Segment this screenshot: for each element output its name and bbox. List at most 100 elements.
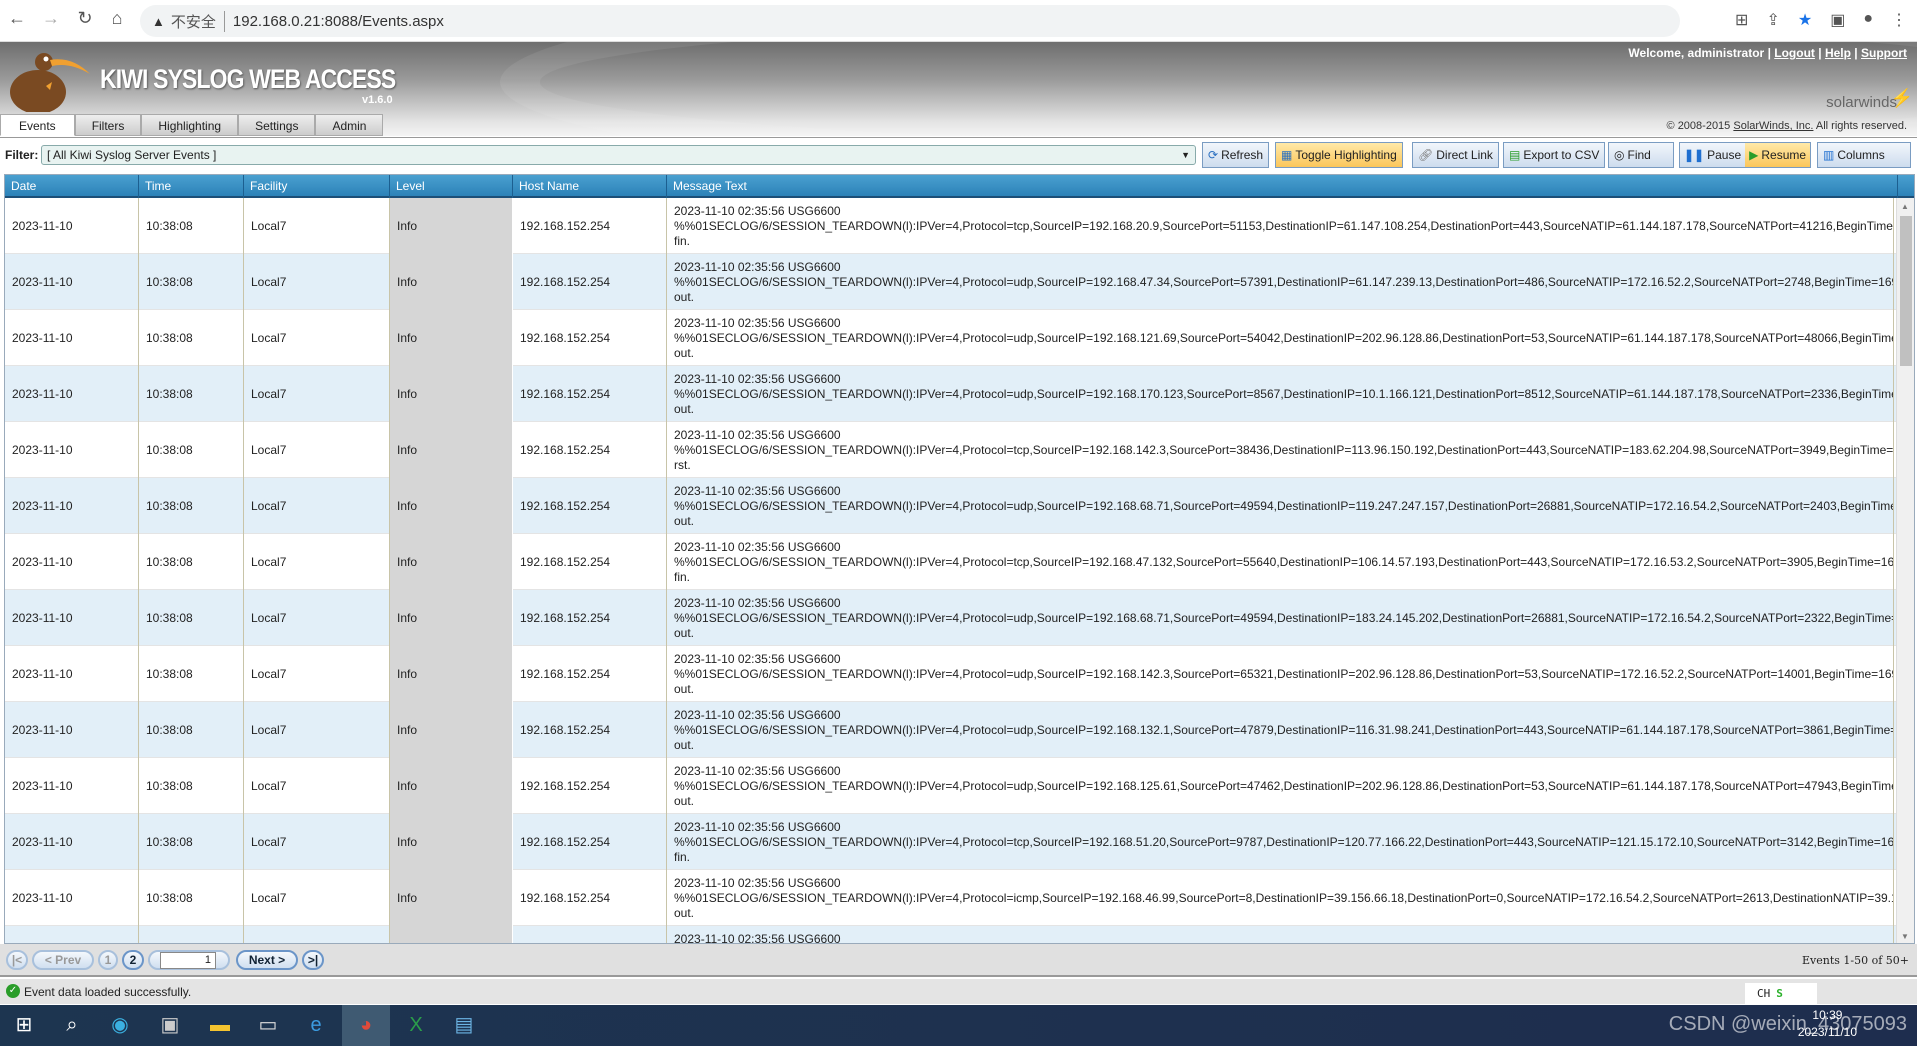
vertical-scrollbar[interactable]: ▲ ▼: [1896, 198, 1914, 943]
tab-settings[interactable]: Settings: [238, 114, 316, 136]
column-header-date[interactable]: Date: [5, 175, 139, 198]
profile-icon[interactable]: ●: [1863, 10, 1873, 30]
message-line: %%01SECLOG/6/SESSION_TEARDOWN(l):IPVer=4…: [674, 891, 1894, 905]
scroll-down-icon[interactable]: ▼: [1901, 932, 1909, 941]
column-header-message[interactable]: Message Text: [667, 175, 1898, 198]
level-cell: Info: [390, 534, 513, 590]
prev-page-button[interactable]: < Prev: [32, 950, 94, 970]
translate-icon[interactable]: ⊞: [1735, 10, 1748, 30]
date-cell: 2023-11-10: [5, 870, 139, 926]
next-page-button[interactable]: Next >: [236, 950, 298, 970]
table-row[interactable]: 2023-11-10 02:35:56 USG6600: [5, 926, 1898, 943]
help-link[interactable]: Help: [1825, 46, 1851, 60]
time-cell: 10:38:08: [139, 870, 244, 926]
table-row[interactable]: 2023-11-10 10:38:08 Local7 Info 192.168.152.…: [5, 646, 1898, 702]
home-icon[interactable]: ⌂: [104, 8, 130, 29]
share-icon[interactable]: ⇪: [1766, 10, 1779, 30]
kiwi-app-icon[interactable]: ▣: [146, 1005, 194, 1046]
forward-icon[interactable]: →: [38, 8, 64, 29]
page-1-button[interactable]: 1: [98, 950, 118, 970]
last-page-button[interactable]: >|: [302, 950, 324, 970]
tab-events[interactable]: Events: [0, 114, 75, 136]
ime-indicator[interactable]: CH S: [1745, 983, 1817, 1005]
bookmark-star-icon[interactable]: ★: [1798, 10, 1812, 30]
edge-icon[interactable]: ◉: [96, 1005, 144, 1046]
level-cell: Info: [390, 702, 513, 758]
remote-desktop-icon[interactable]: ▤: [440, 1005, 488, 1046]
toggle-highlighting-button[interactable]: ▦ Toggle Highlighting: [1275, 142, 1403, 168]
column-header-level[interactable]: Level: [390, 175, 513, 198]
terminal-icon[interactable]: ▭: [244, 1005, 292, 1046]
columns-button[interactable]: ▥ Columns: [1817, 142, 1911, 168]
table-row[interactable]: 2023-11-10 10:38:08 Local7 Info 192.168.152.…: [5, 870, 1898, 926]
table-row[interactable]: 2023-11-10 10:38:08 Local7 Info 192.168.152.…: [5, 590, 1898, 646]
time-cell: 10:38:08: [139, 646, 244, 702]
time-cell: 10:38:08: [139, 758, 244, 814]
file-explorer-icon[interactable]: ▬: [196, 1005, 244, 1046]
logout-link[interactable]: Logout: [1774, 46, 1815, 60]
app-version: v1.6.0: [362, 94, 393, 106]
table-row[interactable]: 2023-11-10 10:38:08 Local7 Info 192.168.152.…: [5, 814, 1898, 870]
host-cell: 192.168.152.254: [513, 814, 667, 870]
tab-filters[interactable]: Filters: [74, 114, 142, 136]
scroll-up-icon[interactable]: ▲: [1901, 202, 1909, 211]
table-row[interactable]: 2023-11-10 10:38:08 Local7 Info 192.168.152.…: [5, 310, 1898, 366]
date-cell: 2023-11-10: [5, 646, 139, 702]
date-cell: 2023-11-10: [5, 310, 139, 366]
url-text[interactable]: 192.168.0.21:8088/Events.aspx: [233, 13, 444, 30]
message-line: out.: [674, 626, 695, 640]
column-header-facility[interactable]: Facility: [244, 175, 390, 198]
time-cell: 10:38:08: [139, 198, 244, 254]
date-cell: 2023-11-10: [5, 478, 139, 534]
column-header-host[interactable]: Host Name: [513, 175, 667, 198]
support-link[interactable]: Support: [1861, 46, 1907, 60]
pause-button[interactable]: ❚❚ Pause: [1680, 143, 1745, 167]
message-line: 2023-11-10 02:35:56 USG6600: [674, 652, 841, 666]
excel-icon[interactable]: X: [392, 1005, 440, 1046]
page-2-button[interactable]: 2: [122, 950, 144, 970]
first-page-button[interactable]: |<: [6, 950, 28, 970]
table-row[interactable]: 2023-11-10 10:38:08 Local7 Info 192.168.152.…: [5, 254, 1898, 310]
direct-link-button[interactable]: 🔗︎ Direct Link: [1412, 142, 1499, 168]
tab-admin[interactable]: Admin: [315, 114, 384, 136]
facility-cell: [244, 926, 390, 943]
column-header-time[interactable]: Time: [139, 175, 244, 198]
table-row[interactable]: 2023-11-10 10:38:08 Local7 Info 192.168.152.…: [5, 702, 1898, 758]
page-number-input[interactable]: 1: [160, 952, 216, 969]
level-cell: Info: [390, 254, 513, 310]
message-line: %%01SECLOG/6/SESSION_TEARDOWN(l):IPVer=4…: [674, 779, 1894, 793]
resume-button[interactable]: ▶ Resume: [1745, 143, 1811, 167]
events-count: Events 1-50 of 50+: [1801, 954, 1909, 967]
reload-icon[interactable]: ↻: [72, 8, 98, 29]
message-line: fin.: [674, 850, 691, 864]
message-line: %%01SECLOG/6/SESSION_TEARDOWN(l):IPVer=4…: [674, 219, 1894, 233]
message-cell: 2023-11-10 02:35:56 USG6600: [667, 926, 1894, 943]
table-row[interactable]: 2023-11-10 10:38:08 Local7 Info 192.168.152.…: [5, 758, 1898, 814]
level-cell: Info: [390, 870, 513, 926]
table-row[interactable]: 2023-11-10 10:38:08 Local7 Info 192.168.152.…: [5, 422, 1898, 478]
message-cell: 2023-11-10 02:35:56 USG6600 %%01SECLOG/6/…: [667, 758, 1894, 814]
find-button[interactable]: ◎ Find: [1608, 142, 1674, 168]
tab-highlighting[interactable]: Highlighting: [141, 114, 239, 136]
table-row[interactable]: 2023-11-10 10:38:08 Local7 Info 192.168.152.…: [5, 198, 1898, 254]
message-line: rst.: [674, 458, 691, 472]
export-icon: ▤: [1509, 148, 1521, 162]
chrome-icon[interactable]: ◕: [342, 1005, 390, 1046]
table-row[interactable]: 2023-11-10 10:38:08 Local7 Info 192.168.152.…: [5, 478, 1898, 534]
solarwinds-link[interactable]: SolarWinds, Inc.: [1733, 120, 1813, 132]
table-row[interactable]: 2023-11-10 10:38:08 Local7 Info 192.168.152.…: [5, 366, 1898, 422]
search-icon[interactable]: ⌕: [48, 1005, 96, 1046]
filter-select[interactable]: [ All Kiwi Syslog Server Events ] ▼: [41, 145, 1196, 165]
ie-icon[interactable]: e: [292, 1005, 340, 1046]
refresh-button[interactable]: ⟳ Refresh: [1202, 142, 1270, 168]
start-icon[interactable]: ⊞: [0, 1005, 48, 1046]
scrollbar-thumb[interactable]: [1900, 216, 1912, 366]
address-bar[interactable]: ▲ 不安全 192.168.0.21:8088/Events.aspx: [140, 5, 1680, 37]
menu-icon[interactable]: ⋮: [1891, 10, 1907, 30]
table-row[interactable]: 2023-11-10 10:38:08 Local7 Info 192.168.152.…: [5, 534, 1898, 590]
back-icon[interactable]: ←: [4, 8, 30, 29]
export-csv-button[interactable]: ▤ Export to CSV: [1503, 142, 1606, 168]
message-cell: 2023-11-10 02:35:56 USG6600 %%01SECLOG/6/…: [667, 702, 1894, 758]
side-panel-icon[interactable]: ▣: [1830, 10, 1845, 30]
message-line: 2023-11-10 02:35:56 USG6600: [674, 204, 841, 218]
